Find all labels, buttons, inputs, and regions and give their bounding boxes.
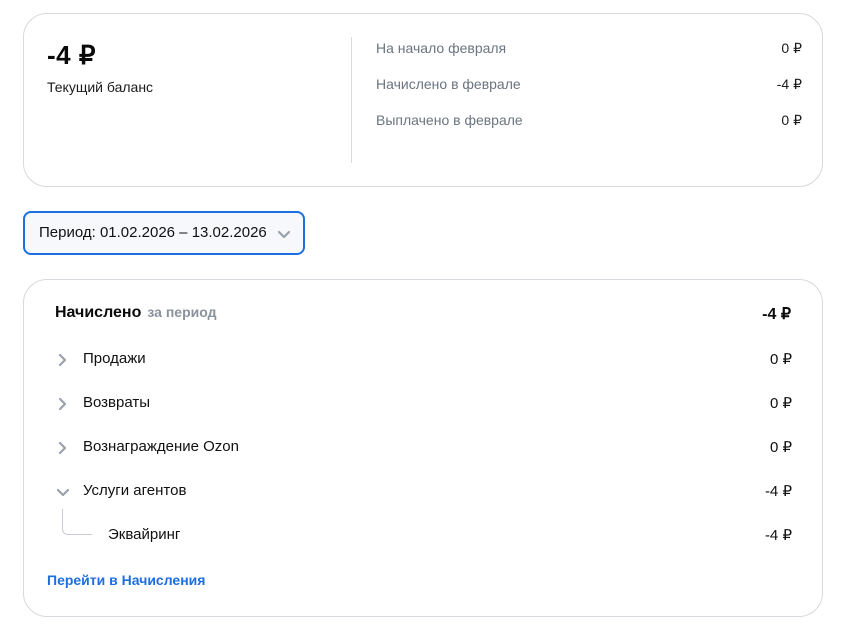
accruals-total: -4 ₽ <box>762 306 791 323</box>
current-balance-label: Текущий баланс <box>47 79 154 95</box>
accruals-title: Начислено <box>55 304 142 321</box>
accrual-row-name: Продажи <box>83 350 146 367</box>
summary-label: На начало февраля <box>376 40 507 56</box>
accrual-subrow-name: Эквайринг <box>108 526 181 543</box>
summary-value: 0 ₽ <box>781 112 802 128</box>
chevron-right-icon <box>58 441 67 455</box>
current-balance-amount: -4 ₽ <box>47 40 96 70</box>
summary-row-paid: Выплачено в феврале 0 ₽ <box>376 112 802 132</box>
vertical-divider <box>351 37 352 163</box>
period-select[interactable]: Период: 01.02.2026 – 13.02.2026 <box>23 211 305 255</box>
accrual-row-amount: 0 ₽ <box>769 439 792 456</box>
accruals-header: Начислено за период <box>55 304 216 322</box>
chevron-right-icon <box>58 397 67 411</box>
balance-card: -4 ₽ Текущий баланс На начало февраля 0 … <box>23 13 823 187</box>
summary-row-start: На начало февраля 0 ₽ <box>376 40 802 60</box>
accruals-subtitle: за период <box>147 304 217 320</box>
accruals-card: Начислено за период -4 ₽ Продажи 0 ₽ Возв… <box>23 279 823 617</box>
chevron-down-icon <box>56 488 70 497</box>
accrual-row-name: Услуги агентов <box>83 482 187 499</box>
accrual-row-amount: 0 ₽ <box>769 351 792 368</box>
summary-label: Выплачено в феврале <box>376 112 523 128</box>
chevron-down-icon <box>277 230 291 239</box>
accrual-row-amount: 0 ₽ <box>769 395 792 412</box>
summary-row-accrued: Начислено в феврале -4 ₽ <box>376 76 802 96</box>
accrual-row-agent-services[interactable]: Услуги агентов -4 ₽ <box>55 481 792 503</box>
chevron-right-icon <box>58 353 67 367</box>
accrual-row-returns[interactable]: Возвраты 0 ₽ <box>55 393 792 415</box>
accrual-row-sales[interactable]: Продажи 0 ₽ <box>55 349 792 371</box>
summary-value: 0 ₽ <box>781 40 802 56</box>
accrual-row-name: Вознаграждение Ozon <box>83 438 239 455</box>
accrual-row-amount: -4 ₽ <box>764 483 792 500</box>
tree-connector <box>62 509 92 535</box>
go-to-accruals-link[interactable]: Перейти в Начисления <box>47 572 205 588</box>
accrual-row-name: Возвраты <box>83 394 151 411</box>
summary-value: -4 ₽ <box>776 76 802 92</box>
accrual-subrow-amount: -4 ₽ <box>764 527 792 544</box>
accrual-row-ozon-fee[interactable]: Вознаграждение Ozon 0 ₽ <box>55 437 792 459</box>
period-label: Период: 01.02.2026 – 13.02.2026 <box>39 224 267 241</box>
accrual-subrow-acquiring: Эквайринг -4 ₽ <box>108 525 792 547</box>
summary-label: Начислено в феврале <box>376 76 521 92</box>
